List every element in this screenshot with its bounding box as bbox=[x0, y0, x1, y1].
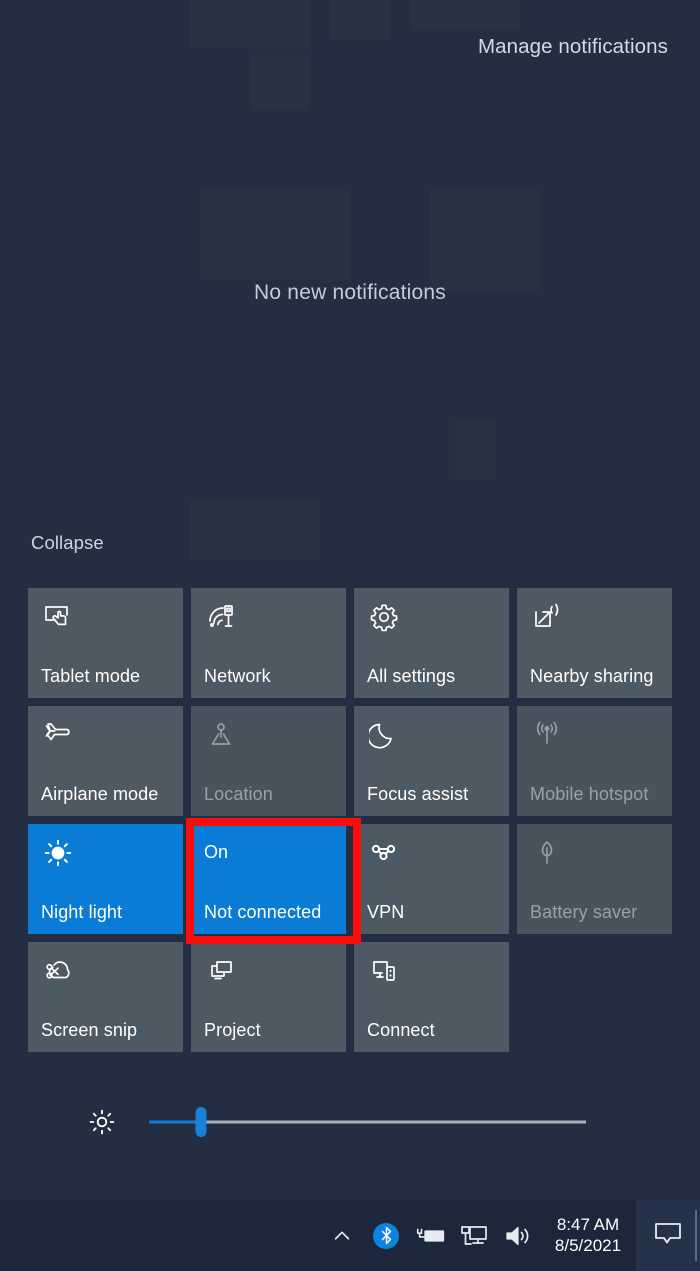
screen-snip-icon bbox=[41, 954, 75, 988]
project-icon bbox=[204, 954, 238, 988]
tile-label: Connect bbox=[367, 1020, 435, 1040]
quick-actions-grid: Tablet mode Network All settings Nearby … bbox=[28, 588, 700, 1052]
tile-label: Nearby sharing bbox=[530, 666, 654, 686]
acrylic-blotch bbox=[200, 190, 350, 280]
collapse-row: Collapse bbox=[31, 529, 104, 557]
taskbar: 8:47 AM 8/5/2021 bbox=[0, 1200, 700, 1271]
network-wifi-icon bbox=[204, 600, 238, 634]
system-tray: 8:47 AM 8/5/2021 bbox=[320, 1200, 700, 1271]
airplane-icon bbox=[41, 718, 75, 752]
hotspot-icon bbox=[530, 718, 564, 752]
clock-date: 8/5/2021 bbox=[554, 1236, 622, 1255]
tile-label: Project bbox=[204, 1020, 261, 1040]
brightness-sun-icon bbox=[41, 836, 75, 870]
tile-label: Not connected bbox=[204, 902, 322, 922]
action-center-button[interactable] bbox=[636, 1200, 700, 1271]
tile-label: Battery saver bbox=[530, 902, 638, 922]
slider-fill bbox=[149, 1120, 202, 1124]
battery-charging-icon[interactable] bbox=[408, 1200, 452, 1271]
quick-action-tile[interactable]: Network bbox=[191, 588, 346, 698]
brightness-sun-icon bbox=[86, 1106, 118, 1138]
quick-action-tile[interactable]: Project bbox=[191, 942, 346, 1052]
brightness-slider[interactable] bbox=[149, 1107, 586, 1137]
quick-action-tile[interactable]: Location bbox=[191, 706, 346, 816]
tile-label: Location bbox=[204, 784, 273, 804]
tile-label: Network bbox=[204, 666, 271, 686]
tile-label: VPN bbox=[367, 902, 405, 922]
quick-action-tile[interactable]: Airplane mode bbox=[28, 706, 183, 816]
volume-icon[interactable] bbox=[496, 1200, 540, 1271]
bluetooth-icon[interactable] bbox=[364, 1200, 408, 1271]
connect-icon bbox=[367, 954, 401, 988]
quick-action-tile[interactable]: Screen snip bbox=[28, 942, 183, 1052]
tile-label: All settings bbox=[367, 666, 456, 686]
slider-thumb[interactable] bbox=[195, 1107, 207, 1137]
quick-action-tile[interactable]: Focus assist bbox=[354, 706, 509, 816]
manage-notifications-row: Manage notifications bbox=[478, 30, 668, 64]
acrylic-blotch bbox=[330, 0, 390, 40]
leaf-icon bbox=[530, 836, 564, 870]
quick-action-tile[interactable]: On Not connected bbox=[191, 824, 346, 934]
quick-action-tile[interactable]: Tablet mode bbox=[28, 588, 183, 698]
brightness-slider-row bbox=[0, 1098, 700, 1146]
nearby-sharing-icon bbox=[530, 600, 564, 634]
vpn-icon bbox=[367, 836, 401, 870]
taskbar-edge-divider bbox=[695, 1210, 697, 1261]
collapse-link[interactable]: Collapse bbox=[31, 532, 104, 554]
slider-track bbox=[149, 1120, 586, 1124]
tile-label: Tablet mode bbox=[41, 666, 141, 686]
manage-notifications-link[interactable]: Manage notifications bbox=[478, 35, 668, 59]
tablet-mode-icon bbox=[41, 600, 75, 634]
quick-action-tile[interactable]: Connect bbox=[354, 942, 509, 1052]
acrylic-blotch bbox=[410, 0, 520, 30]
tile-label: Focus assist bbox=[367, 784, 469, 804]
taskbar-clock[interactable]: 8:47 AM 8/5/2021 bbox=[540, 1200, 636, 1271]
acrylic-blotch bbox=[190, 0, 310, 48]
network-monitor-icon[interactable] bbox=[452, 1200, 496, 1271]
quick-action-tile[interactable]: VPN bbox=[354, 824, 509, 934]
no-notifications-text: No new notifications bbox=[254, 281, 446, 304]
acrylic-blotch bbox=[190, 500, 320, 560]
location-icon bbox=[204, 718, 238, 752]
tile-label: Airplane mode bbox=[41, 784, 159, 804]
quick-action-tile[interactable]: Nearby sharing bbox=[517, 588, 672, 698]
tile-status-text: On bbox=[204, 842, 229, 862]
chevron-up-icon[interactable] bbox=[320, 1200, 364, 1271]
tile-label: Night light bbox=[41, 902, 123, 922]
tile-label: Screen snip bbox=[41, 1020, 138, 1040]
bluetooth-badge bbox=[373, 1222, 399, 1249]
action-center-panel: Manage notifications No new notification… bbox=[0, 0, 700, 1271]
tile-label: Mobile hotspot bbox=[530, 784, 649, 804]
gear-icon bbox=[367, 600, 401, 634]
quick-action-tile[interactable]: Night light bbox=[28, 824, 183, 934]
acrylic-blotch bbox=[250, 55, 310, 110]
acrylic-blotch bbox=[455, 420, 495, 480]
action-center-icon bbox=[653, 1220, 683, 1251]
moon-icon bbox=[367, 718, 401, 752]
acrylic-blotch bbox=[430, 190, 540, 290]
quick-action-tile[interactable]: All settings bbox=[354, 588, 509, 698]
quick-action-tile[interactable]: Mobile hotspot bbox=[517, 706, 672, 816]
quick-action-tile[interactable]: Battery saver bbox=[517, 824, 672, 934]
clock-time: 8:47 AM bbox=[556, 1215, 620, 1235]
